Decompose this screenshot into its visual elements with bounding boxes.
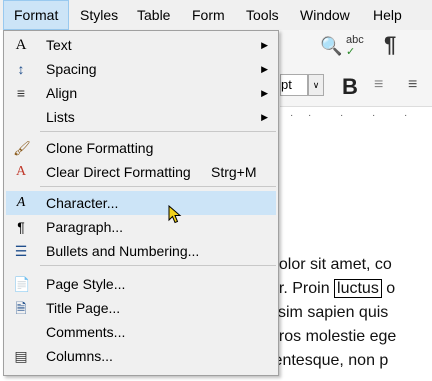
menu-item-paragraph[interactable]: ¶ Paragraph... — [6, 215, 276, 239]
font-size-dropdown[interactable]: ∨ — [308, 74, 324, 96]
submenu-arrow-icon: ▶ — [261, 64, 268, 74]
columns-icon: ▤ — [14, 348, 28, 364]
character-icon: A — [16, 195, 26, 210]
ruler-tick: · — [372, 110, 376, 121]
menu-format[interactable]: Format — [3, 0, 69, 30]
menu-item-label: Spacing — [46, 61, 97, 77]
align-center-icon[interactable]: ≡ — [408, 76, 417, 94]
menu-item-comments[interactable]: Comments... — [6, 320, 276, 344]
menu-help[interactable]: Help — [373, 0, 402, 30]
document-line-tail: o — [381, 280, 396, 297]
menu-separator — [40, 186, 276, 187]
spellcheck-icon[interactable]: abc ✓ — [346, 34, 364, 58]
document-line-text: er. Proin — [270, 280, 335, 297]
menu-item-label: Clone Formatting — [46, 140, 154, 156]
menu-item-clone-formatting[interactable]: 🖌 Clone Formatting — [6, 136, 276, 160]
document-line: er. Proin luctus o — [270, 279, 396, 298]
spacing-icon: ↕ — [17, 61, 25, 77]
menu-styles[interactable]: Styles — [80, 0, 118, 30]
menu-item-lists[interactable]: Lists ▶ — [6, 105, 276, 129]
menu-item-character[interactable]: A Character... — [6, 191, 276, 215]
ruler-tick: · — [340, 110, 344, 121]
align-icon: ≡ — [16, 85, 26, 101]
menu-item-label: Comments... — [46, 324, 126, 340]
menu-item-page-style[interactable]: 📄 Page Style... — [6, 272, 276, 296]
menu-window[interactable]: Window — [300, 0, 350, 30]
font-size-field[interactable]: pt — [280, 74, 308, 96]
menu-item-label: Lists — [46, 109, 75, 125]
menu-item-clear-direct-formatting[interactable]: A Clear Direct Formatting Strg+M — [6, 160, 276, 184]
submenu-arrow-icon: ▶ — [261, 112, 268, 122]
ruler-tick: · — [308, 110, 312, 121]
document-line: eros molestie ege — [270, 328, 397, 345]
clear-formatting-icon: A — [15, 164, 27, 179]
mouse-pointer-icon — [168, 205, 182, 224]
find-replace-icon[interactable]: 🔍 — [320, 36, 342, 57]
menu-item-label: Bullets and Numbering... — [46, 243, 200, 259]
menu-item-align[interactable]: ≡ Align ▶ — [6, 81, 276, 105]
ruler-tick: · — [404, 110, 408, 121]
title-page-icon: 🗎 — [15, 300, 27, 316]
paragraph-icon: ¶ — [17, 219, 25, 235]
menu-item-bullets-numbering[interactable]: ☰ Bullets and Numbering... — [6, 239, 276, 263]
menu-tools[interactable]: Tools — [246, 0, 279, 30]
ruler: · · · · · — [280, 106, 432, 128]
menu-form[interactable]: Form — [192, 0, 225, 30]
ruler-tick: · — [290, 110, 294, 121]
toolbar: 🔍 abc ✓ ¶ pt ∨ B ≡ ≡ — [280, 30, 432, 106]
align-left-icon[interactable]: ≡ — [374, 76, 383, 94]
clone-formatting-icon: 🖌 — [13, 140, 31, 156]
submenu-arrow-icon: ▶ — [261, 88, 268, 98]
menubar: Format Styles Table Form Tools Window He… — [0, 0, 432, 30]
menu-item-label: Title Page... — [46, 300, 121, 316]
menu-item-columns[interactable]: ▤ Columns... — [6, 344, 276, 368]
menu-item-label: Paragraph... — [46, 219, 124, 235]
page-style-icon: 📄 — [13, 276, 31, 292]
bold-button[interactable]: B — [342, 74, 358, 100]
text-icon: A — [15, 37, 27, 53]
menu-item-label: Page Style... — [46, 276, 126, 292]
format-menu: A Text ▶ ↕ Spacing ▶ ≡ Align ▶ Lists ▶ 🖌… — [3, 30, 279, 376]
menu-item-title-page[interactable]: 🗎 Title Page... — [6, 296, 276, 320]
menu-item-shortcut: Strg+M — [211, 164, 257, 180]
menu-item-spacing[interactable]: ↕ Spacing ▶ — [6, 57, 276, 81]
boxed-word: luctus — [334, 279, 382, 298]
document-line: dolor sit amet, co — [270, 256, 392, 273]
menu-item-text[interactable]: A Text ▶ — [6, 33, 276, 57]
document-line: lentesque, non p — [270, 352, 389, 369]
menu-item-label: Align — [46, 85, 78, 101]
menu-item-label: Clear Direct Formatting — [46, 164, 191, 180]
menu-item-label: Columns... — [46, 348, 113, 364]
menu-separator — [40, 131, 276, 132]
menu-separator — [40, 265, 276, 266]
bullets-numbering-icon: ☰ — [14, 243, 28, 259]
document-area[interactable]: dolor sit amet, co er. Proin luctus o ss… — [270, 126, 432, 381]
submenu-arrow-icon: ▶ — [261, 40, 268, 50]
menu-table[interactable]: Table — [137, 0, 170, 30]
menu-item-label: Character... — [46, 195, 119, 211]
menu-item-label: Text — [46, 37, 72, 53]
document-line: ssim sapien quis — [270, 304, 389, 321]
formatting-marks-icon[interactable]: ¶ — [384, 32, 396, 58]
